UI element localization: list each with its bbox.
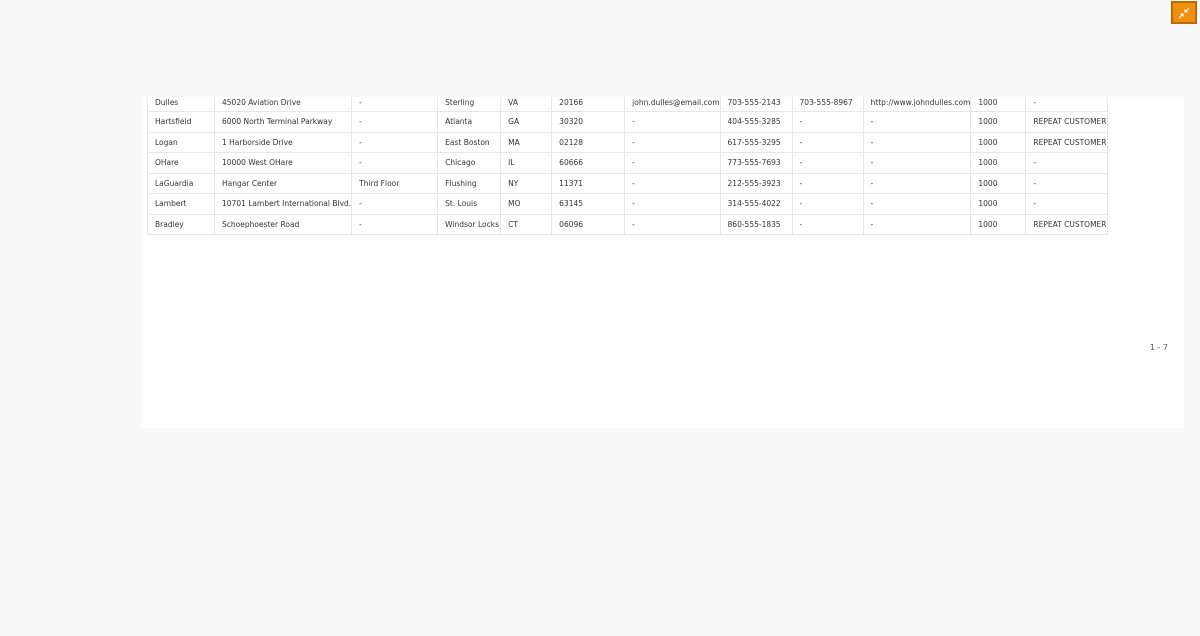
cell-address2: - [351, 193, 439, 215]
cell-note: - [1025, 152, 1108, 174]
cell-name: LaGuardia [147, 173, 215, 194]
cell-city: Chicago [437, 152, 502, 174]
cell-fax: - [792, 193, 864, 215]
cell-address1: 10701 Lambert International Blvd. [214, 193, 353, 215]
table-row[interactable]: Lambert 10701 Lambert International Blvd.… [147, 193, 1108, 215]
table-row[interactable]: OHare 10000 West OHare - Chicago IL 60666-773… [147, 152, 1108, 174]
cell-city: Atlanta [437, 111, 502, 133]
cell-city: Windsor Locks [437, 214, 502, 235]
cell-address2: - [351, 111, 439, 133]
grid-panel: Dulles 45020 Aviation Drive - Sterling VA 201… [141, 97, 1184, 428]
cell-state: VA [500, 97, 553, 112]
cell-state: NY [500, 173, 553, 194]
table-row[interactable]: Hartsfield 6000 North Terminal Parkway - At… [147, 111, 1108, 133]
cell-email: - [624, 214, 721, 235]
cell-note: - [1025, 173, 1108, 194]
cell-name: OHare [147, 152, 215, 174]
cell-phone: 314-555-4022 [720, 193, 793, 215]
cell-zip: 60666 [551, 152, 626, 174]
cell-phone: 773-555-7693 [720, 152, 793, 174]
restore-window-button[interactable] [1171, 1, 1197, 24]
cell-address2: - [351, 132, 439, 153]
cell-credit: 1000 [970, 193, 1027, 215]
cell-phone: 860-555-1835 [720, 214, 793, 235]
cell-address1: Schoephoester Road [214, 214, 353, 235]
cell-address1: Hangar Center [214, 173, 353, 194]
cell-city: Flushing [437, 173, 502, 194]
cell-fax: 703-555-8967 [792, 97, 864, 112]
cell-note: REPEAT CUSTOMER [1025, 132, 1108, 153]
cell-state: CT [500, 214, 553, 235]
cell-email: - [624, 152, 721, 174]
cell-web: http://www.johndulles.com [863, 97, 972, 112]
cell-web: - [863, 173, 972, 194]
cell-fax: - [792, 152, 864, 174]
cell-name: Bradley [147, 214, 215, 235]
cell-zip: 11371 [551, 173, 626, 194]
cell-name: Dulles [147, 97, 215, 112]
cell-name: Logan [147, 132, 215, 153]
cell-credit: 1000 [970, 152, 1027, 174]
customer-table: Dulles 45020 Aviation Drive - Sterling VA 201… [147, 97, 1108, 235]
cell-zip: 02128 [551, 132, 626, 153]
cell-city: East Boston [437, 132, 502, 153]
cell-state: GA [500, 111, 553, 133]
cell-zip: 20166 [551, 97, 626, 112]
cell-email: - [624, 132, 721, 153]
cell-email: - [624, 173, 721, 194]
cell-note: - [1025, 97, 1108, 112]
cell-name: Hartsfield [147, 111, 215, 133]
cell-credit: 1000 [970, 214, 1027, 235]
cell-credit: 1000 [970, 173, 1027, 194]
cell-address2: - [351, 214, 439, 235]
cell-zip: 63145 [551, 193, 626, 215]
cell-credit: 1000 [970, 111, 1027, 133]
cell-credit: 1000 [970, 97, 1027, 112]
cell-phone: 617-555-3295 [720, 132, 793, 153]
cell-credit: 1000 [970, 132, 1027, 153]
cell-address2: - [351, 97, 439, 112]
cell-email: - [624, 193, 721, 215]
cell-web: - [863, 193, 972, 215]
cell-state: MA [500, 132, 553, 153]
cell-zip: 06096 [551, 214, 626, 235]
cell-address1: 6000 North Terminal Parkway [214, 111, 353, 133]
table-row[interactable]: LaGuardia Hangar Center Third Floor Flushin… [147, 173, 1108, 194]
cell-city: Sterling [437, 97, 502, 112]
cell-note: REPEAT CUSTOMER [1025, 214, 1108, 235]
collapse-arrows-icon [1178, 7, 1190, 19]
cell-web: - [863, 132, 972, 153]
cell-state: IL [500, 152, 553, 174]
cell-fax: - [792, 111, 864, 133]
cell-state: MO [500, 193, 553, 215]
cell-phone: 703-555-2143 [720, 97, 793, 112]
cell-address1: 45020 Aviation Drive [214, 97, 353, 112]
table-row[interactable]: Dulles 45020 Aviation Drive - Sterling VA 201… [147, 97, 1108, 112]
cell-address1: 1 Harborside Drive [214, 132, 353, 153]
cell-email: - [624, 111, 721, 133]
cell-email: john.dulles@email.com [624, 97, 721, 112]
cell-note: REPEAT CUSTOMER [1025, 111, 1108, 133]
cell-fax: - [792, 132, 864, 153]
cell-address1: 10000 West OHare [214, 152, 353, 174]
cell-city: St. Louis [437, 193, 502, 215]
cell-fax: - [792, 173, 864, 194]
table-row[interactable]: Bradley Schoephoester Road - Windsor Locks C… [147, 214, 1108, 235]
cell-address2: - [351, 152, 439, 174]
cell-address2: Third Floor [351, 173, 439, 194]
cell-zip: 30320 [551, 111, 626, 133]
table-row[interactable]: Logan 1 Harborside Drive - East Boston MA 021… [147, 132, 1108, 153]
cell-phone: 212-555-3923 [720, 173, 793, 194]
cell-fax: - [792, 214, 864, 235]
cell-name: Lambert [147, 193, 215, 215]
cell-phone: 404-555-3285 [720, 111, 793, 133]
cell-web: - [863, 152, 972, 174]
cell-web: - [863, 111, 972, 133]
cell-web: - [863, 214, 972, 235]
cell-note: - [1025, 193, 1108, 215]
pager-range: 1 - 7 [1149, 343, 1168, 352]
